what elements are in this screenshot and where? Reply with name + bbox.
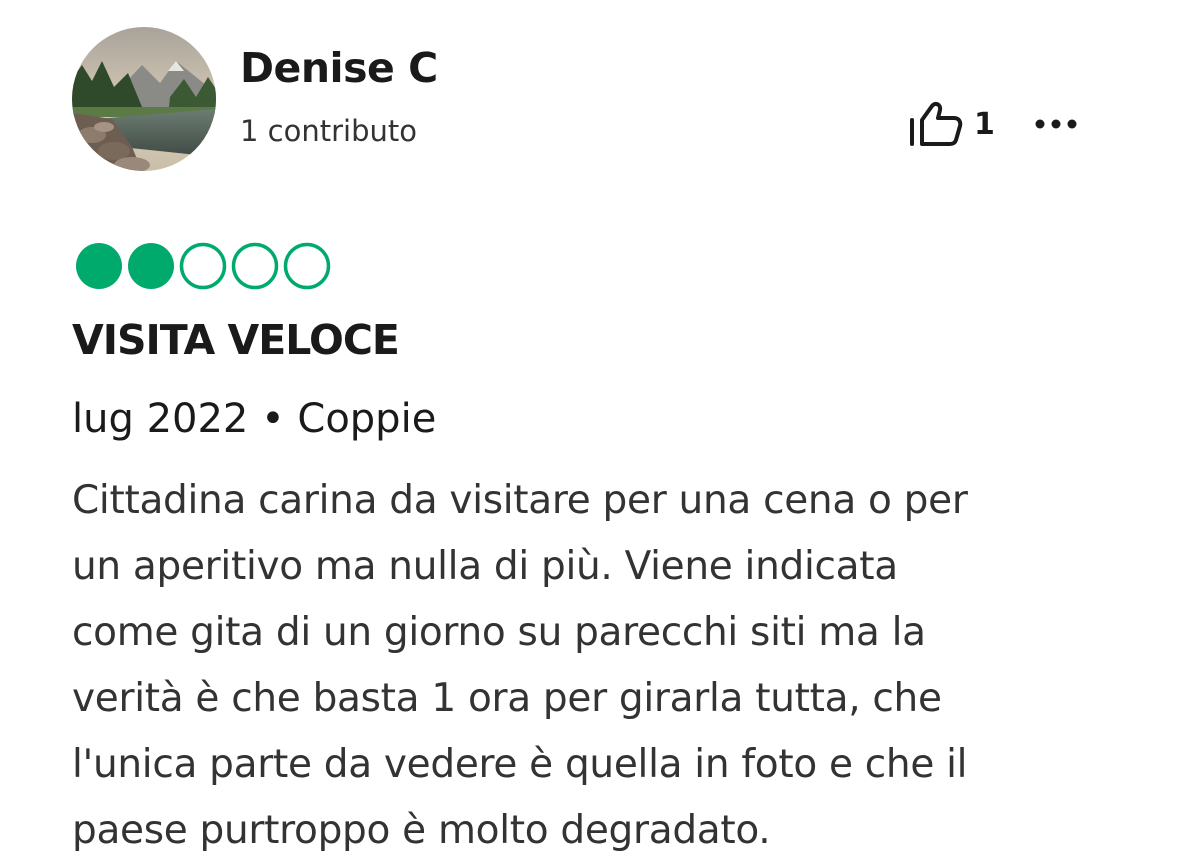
review-text-line: Cittadina carina da visitare per una cen… <box>72 478 968 523</box>
thumbs-up-icon <box>910 101 963 146</box>
ellipsis-icon <box>1035 119 1077 129</box>
rating-bubble-empty <box>283 242 331 290</box>
rating-bubble-filled <box>128 243 174 289</box>
rating-bubbles <box>74 242 334 290</box>
user-name[interactable]: Denise C <box>240 44 438 92</box>
review-text-line: verità è che basta 1 ora per girarla tut… <box>72 676 942 721</box>
helpful-count: 1 <box>974 106 995 142</box>
helpful-vote-button[interactable]: 1 <box>908 100 995 148</box>
landscape-photo <box>72 27 216 171</box>
review-title: VISITA VELOCE <box>72 316 400 364</box>
contribution-count: 1 contributo <box>240 114 417 148</box>
rating-bubble-empty <box>179 242 227 290</box>
review-text-line: l'unica parte da vedere è quella in foto… <box>72 742 968 787</box>
review-text-line: un aperitivo ma nulla di più. Viene indi… <box>72 544 898 589</box>
more-options-button[interactable] <box>1032 104 1088 144</box>
rating-bubble-filled <box>76 243 122 289</box>
rating-bubble-empty <box>231 242 279 290</box>
review-text-line: come gita di un giorno su parecchi siti … <box>72 610 926 655</box>
review-text: Cittadina carina da visitare per una cen… <box>72 468 1152 864</box>
review-text-line: paese purtroppo è molto degradato. <box>72 808 771 853</box>
avatar[interactable] <box>72 27 216 171</box>
review-date-trip-type: lug 2022 • Coppie <box>72 396 437 442</box>
